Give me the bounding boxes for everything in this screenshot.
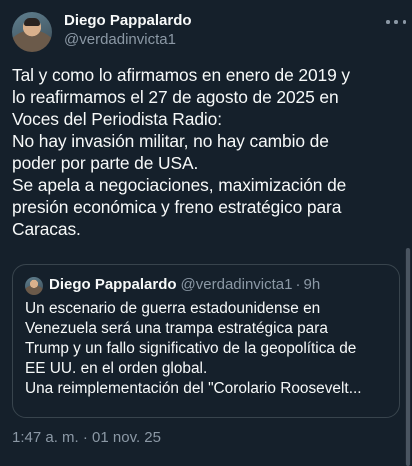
more-horizontal-icon[interactable]	[386, 14, 406, 30]
quoted-separator: ·	[295, 276, 301, 293]
quoted-tweet-header: Diego Pappalardo @verdadinvicta1 · 9h	[49, 276, 320, 293]
tweet-text-line: presión económica y freno estratégico pa…	[12, 197, 342, 217]
author-name[interactable]: Diego Pappalardo	[64, 12, 192, 29]
author-handle[interactable]: @verdadinvicta1	[64, 31, 176, 48]
quoted-text-line: EE UU. en el orden global.	[25, 360, 208, 377]
quoted-text-line: Una reimplementación del "Corolario Roos…	[25, 380, 362, 397]
tweet-text-line: Tal y como lo afirmamos en enero de 2019…	[12, 65, 350, 85]
scrollbar-thumb[interactable]	[406, 248, 410, 466]
quoted-tweet[interactable]: Diego Pappalardo @verdadinvicta1 · 9h Un es…	[12, 264, 400, 418]
tweet-text-line: Voces del Periodista Radio:	[12, 109, 222, 129]
tweet-text-line: Se apela a negociaciones, maximización d…	[12, 175, 347, 195]
tweet[interactable]: Diego Pappalardo @verdadinvicta1 Tal y c…	[0, 0, 412, 466]
tweet-text-line: No hay invasión militar, no hay cambio d…	[12, 131, 329, 151]
quoted-author-avatar	[25, 277, 43, 295]
author-avatar[interactable]	[12, 12, 52, 52]
tweet-text-line: Caracas.	[12, 219, 81, 239]
quoted-author-handle: @verdadinvicta1	[180, 276, 293, 293]
quoted-text-line: Venezuela será una trampa estratégica pa…	[25, 320, 328, 337]
tweet-text-line: poder por parte de USA.	[12, 153, 199, 173]
quoted-author-name: Diego Pappalardo	[49, 276, 177, 293]
quoted-tweet-text: Un escenario de guerra estadounidense en…	[25, 299, 395, 399]
tweet-text-line: lo reafirmamos el 27 de agosto de 2025 e…	[12, 87, 339, 107]
quoted-time: 9h	[303, 276, 321, 293]
quoted-text-line: Un escenario de guerra estadounidense en	[25, 300, 321, 317]
tweet-timestamp[interactable]: 1:47 a. m. · 01 nov. 25	[12, 429, 161, 446]
scrollbar[interactable]	[405, 248, 411, 466]
tweet-text: Tal y como lo afirmamos en enero de 2019…	[12, 64, 406, 240]
quoted-text-line: Trump y un fallo significativo de la geo…	[25, 340, 357, 357]
